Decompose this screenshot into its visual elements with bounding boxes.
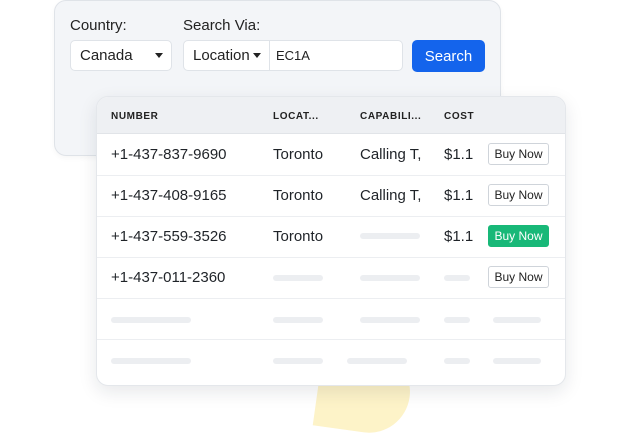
table-row: +1-437-837-9690 Toronto Calling T, $1.1 …: [97, 134, 565, 176]
buy-now-button[interactable]: Buy Now: [488, 143, 549, 165]
capability-placeholder: [360, 233, 420, 239]
number-placeholder: [111, 358, 191, 364]
column-header-cost[interactable]: COST: [444, 111, 474, 122]
capability-placeholder: [347, 358, 407, 364]
table-row-placeholder: [97, 341, 565, 382]
number-cell: +1-437-837-9690: [111, 146, 227, 163]
buy-now-button[interactable]: Buy Now: [488, 184, 549, 206]
location-cell: Toronto: [273, 187, 324, 204]
action-placeholder: [493, 317, 541, 323]
location-cell: Toronto: [273, 228, 324, 245]
chevron-down-icon: [155, 53, 163, 58]
capability-cell: Calling T,: [360, 187, 422, 204]
table-row: +1-437-011-2360 Buy Now: [97, 257, 565, 299]
action-placeholder: [493, 358, 541, 364]
capability-placeholder: [360, 317, 420, 323]
search-via-select-value: Location: [193, 47, 250, 64]
capability-placeholder: [360, 275, 420, 281]
cost-placeholder: [444, 275, 470, 281]
column-header-location[interactable]: LOCAT...: [273, 111, 319, 122]
country-select-value: Canada: [80, 47, 133, 64]
location-placeholder: [273, 275, 323, 281]
chevron-down-icon: [253, 53, 261, 58]
country-label: Country:: [70, 17, 127, 34]
search-query-input[interactable]: EC1A: [270, 40, 403, 71]
number-cell: +1-437-408-9165: [111, 187, 227, 204]
numbers-table: NUMBER LOCAT... CAPABILI... COST +1-437-…: [96, 96, 566, 386]
search-via-label: Search Via:: [183, 17, 261, 34]
table-row: +1-437-559-3526 Toronto $1.1 Buy Now: [97, 216, 565, 258]
search-via-select[interactable]: Location: [183, 40, 270, 71]
country-select[interactable]: Canada: [70, 40, 172, 71]
table-header: NUMBER LOCAT... CAPABILI... COST: [97, 97, 565, 134]
capability-cell: Calling T,: [360, 146, 422, 163]
number-placeholder: [111, 317, 191, 323]
location-placeholder: [273, 317, 323, 323]
column-header-capabilities[interactable]: CAPABILI...: [360, 111, 421, 122]
location-cell: Toronto: [273, 146, 324, 163]
cost-cell: $1.1: [444, 146, 474, 163]
cost-cell: $1.1: [444, 228, 474, 245]
cost-placeholder: [444, 317, 470, 323]
cost-cell: $1.1: [444, 187, 474, 204]
number-cell: +1-437-559-3526: [111, 228, 227, 245]
buy-now-button[interactable]: Buy Now: [488, 266, 549, 288]
cost-placeholder: [444, 358, 470, 364]
table-row-placeholder: [97, 298, 565, 340]
number-cell: +1-437-011-2360: [111, 269, 226, 286]
table-row: +1-437-408-9165 Toronto Calling T, $1.1 …: [97, 175, 565, 217]
column-header-number[interactable]: NUMBER: [111, 111, 159, 122]
buy-now-button[interactable]: Buy Now: [488, 225, 549, 247]
search-button[interactable]: Search: [412, 40, 485, 72]
location-placeholder: [273, 358, 323, 364]
